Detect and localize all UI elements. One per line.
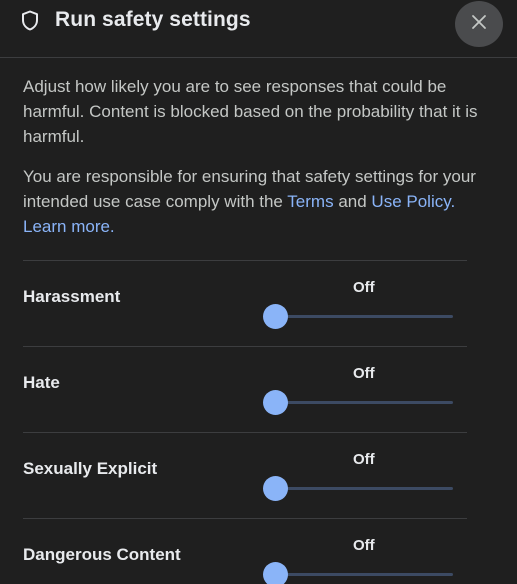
description-paragraph: Adjust how likely you are to see respons… bbox=[23, 77, 478, 146]
setting-label: Sexually Explicit bbox=[23, 459, 158, 478]
slider-track bbox=[275, 573, 453, 576]
close-icon bbox=[471, 14, 487, 35]
dangerous-content-slider[interactable] bbox=[263, 560, 455, 584]
responsibility-paragraph: You are responsible for ensuring that sa… bbox=[23, 164, 493, 239]
harassment-slider[interactable] bbox=[263, 302, 455, 330]
close-button[interactable] bbox=[455, 1, 503, 47]
safety-settings-panel: Run safety settings Adjust how likely yo… bbox=[0, 0, 517, 584]
panel-header: Run safety settings bbox=[0, 0, 517, 47]
terms-link[interactable]: Terms bbox=[287, 192, 333, 211]
learn-more-link[interactable]: Learn more. bbox=[23, 217, 115, 236]
setting-label: Dangerous Content bbox=[23, 545, 181, 564]
sexually-explicit-slider[interactable] bbox=[263, 474, 455, 502]
slider-track bbox=[275, 315, 453, 318]
setting-value: Off bbox=[353, 279, 375, 296]
setting-row-hate: Hate Off bbox=[0, 347, 517, 433]
slider-thumb[interactable] bbox=[263, 476, 288, 501]
and-text: and bbox=[338, 192, 367, 211]
setting-value: Off bbox=[353, 365, 375, 382]
header-divider bbox=[0, 57, 517, 58]
setting-value: Off bbox=[353, 451, 375, 468]
slider-thumb[interactable] bbox=[263, 390, 288, 415]
slider-thumb[interactable] bbox=[263, 304, 288, 329]
use-policy-link[interactable]: Use Policy. bbox=[371, 192, 455, 211]
setting-label: Harassment bbox=[23, 287, 121, 306]
setting-label: Hate bbox=[23, 373, 60, 392]
hate-slider[interactable] bbox=[263, 388, 455, 416]
slider-track bbox=[275, 487, 453, 490]
slider-thumb[interactable] bbox=[263, 562, 288, 584]
setting-row-harassment: Harassment Off bbox=[0, 261, 517, 347]
setting-row-dangerous-content: Dangerous Content Off bbox=[0, 519, 517, 584]
page-title: Run safety settings bbox=[55, 8, 251, 31]
setting-row-sexually-explicit: Sexually Explicit Off bbox=[0, 433, 517, 519]
shield-icon bbox=[21, 10, 39, 31]
slider-track bbox=[275, 401, 453, 404]
setting-value: Off bbox=[353, 537, 375, 554]
